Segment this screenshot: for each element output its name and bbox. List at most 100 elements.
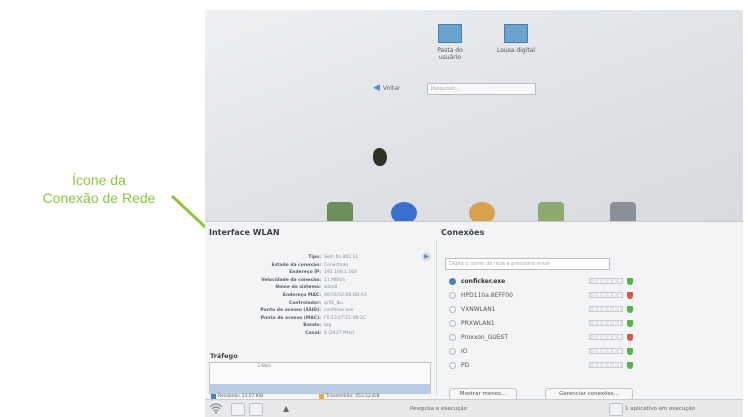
digital-board-label: Lousa digital [496,47,536,54]
info-row: Canal: 6 (2437 MHz) [205,330,411,338]
info-value: Conectado [324,262,349,268]
radio-icon [449,305,456,313]
signal-strength-icon [589,320,623,326]
info-value: 192.168.1.164 [324,270,357,276]
info-value: F0:13:E7:E1:08:2C [324,315,366,321]
connection-item[interactable]: IO [443,344,633,358]
signal-strength-icon [589,348,623,354]
tray-app-icon[interactable] [231,403,245,416]
signal-strength-icon [589,292,623,298]
info-key: Banda: [303,323,321,329]
signal-strength-icon [589,278,623,284]
info-key: Estado da conexão: [271,262,322,268]
info-row: Estado da conexão: Conectado [205,262,411,270]
info-key: Endereço MAC: [282,292,321,298]
radio-icon [449,361,456,369]
traffic-label: Tráfego [210,352,238,360]
shield-icon [627,277,633,285]
traffic-graph: 3 Kb/s [209,362,431,394]
connection-item[interactable]: PRXWLAN1 [443,316,633,330]
shield-icon [627,347,633,355]
info-value: 11 MBit/s [324,277,346,283]
connection-name: Proxxon_GUEST [461,333,509,341]
shield-icon [627,291,633,299]
info-row: Controlador: ar5k_lku [205,300,411,308]
taskbar: ▲ Pesquisa e execução 1 aplicativo em ex… [205,399,743,417]
info-key: Tipo: [308,255,321,260]
shield-icon [627,333,633,341]
info-row: Banda: b/g [205,322,411,330]
traffic-graph-fill [210,384,430,393]
expand-details-button[interactable]: ▶ [422,252,431,261]
digital-board-shortcut[interactable]: Lousa digital [486,24,546,54]
desktop-screen: Pasta do usuário Lousa digital ◀ Voltar … [205,10,743,417]
network-panel: Interface WLAN Tipo: Sem fio 802.11 Estad… [205,221,743,400]
info-row: Ponto de acesso (SSID): conficker.exe [205,307,411,315]
info-key: Nome do sistema: [275,285,321,291]
connection-item[interactable]: conficker.exe [443,274,633,288]
running-apps-indicator-icon[interactable] [609,403,623,416]
launcher-icon[interactable]: ▲ [283,403,289,415]
info-key: Ponto de acesso (SSID): [260,308,321,314]
info-value: 90:F6:52:06:BD:A3 [324,292,367,298]
connection-item[interactable]: VXNWLAN1 [443,302,633,316]
info-row: Endereço MAC: 90:F6:52:06:BD:A3 [205,292,411,300]
running-apps-label[interactable]: 1 aplicativo em execução [625,403,695,415]
connection-item[interactable]: Proxxon_GUEST [443,330,633,344]
back-arrow-icon: ◀ [373,83,380,93]
user-folder-label-1: Pasta do [437,47,463,54]
signal-strength-icon [589,362,623,368]
network-connection-icon[interactable] [209,402,223,414]
info-value: ar5k_lku [324,300,343,306]
info-value: 6 (2437 MHz) [324,330,355,336]
connection-item[interactable]: HPD110a.8EFF00 [443,288,633,302]
connection-name: PD [461,361,470,369]
connection-item[interactable]: PD [443,358,633,372]
connection-name: IO [461,347,468,355]
connections-list: conficker.exe HPD110a.8EFF00 VXNWLAN1 PR… [443,274,633,372]
connection-name: PRXWLAN1 [461,319,495,327]
network-search-input[interactable]: Digite o nome da rede e pressione enter [445,258,610,270]
info-row: Ponto de acesso (MAC): F0:13:E7:E1:08:2C [205,315,411,323]
shield-icon [627,361,633,369]
info-key: Velocidade da conexão: [261,277,321,283]
connection-name: VXNWLAN1 [461,305,496,313]
traffic-graph-label: 3 Kb/s [257,364,271,369]
info-row: Tipo: Sem fio 802.11 [205,254,411,262]
radio-icon [449,319,456,327]
info-value: Sem fio 802.11 [324,255,359,260]
info-key: Endereço IP: [289,270,321,276]
info-row: Velocidade da conexão: 11 MBit/s [205,277,411,285]
user-folder-label-2: usuário [438,54,462,61]
connections-title: Conexões [441,228,485,237]
info-row: Nome do sistema: wlan0 [205,284,411,292]
user-folder-shortcut[interactable]: Pasta do usuário [420,24,480,61]
shield-icon [627,305,633,313]
info-value: wlan0 [324,285,338,291]
search-run-launcher[interactable]: Pesquisa e execução [410,403,467,415]
info-key: Canal: [305,330,321,336]
connection-name: conficker.exe [461,277,506,285]
info-value: b/g [324,323,332,329]
desktop-search-input[interactable]: Pesquisar... [427,83,536,95]
connection-name: HPD110a.8EFF00 [461,291,513,299]
info-value: conficker.exe [324,308,354,314]
tray-window-icon[interactable] [249,403,263,416]
connected-indicator-icon [449,277,456,285]
frog-mascot-icon [373,148,387,166]
desktop-search-placeholder: Pesquisar... [431,86,460,92]
info-row: Endereço IP: 192.168.1.164 [205,269,411,277]
shield-icon [627,319,633,327]
wlan-info-list: Tipo: Sem fio 802.11 Estado da conexão: Co… [205,254,411,338]
panel-divider [436,240,437,395]
network-search-placeholder: Digite o nome da rede e pressione enter [449,261,551,267]
radio-icon [449,347,456,355]
back-button[interactable]: ◀ Voltar [373,83,400,93]
info-key: Controlador: [289,300,321,306]
signal-strength-icon [589,306,623,312]
monitor-icon [504,24,528,43]
info-key: Ponto de acesso (MAC): [260,315,321,321]
wlan-title: Interface WLAN [209,228,280,237]
radio-icon [449,333,456,341]
back-label: Voltar [382,84,401,92]
